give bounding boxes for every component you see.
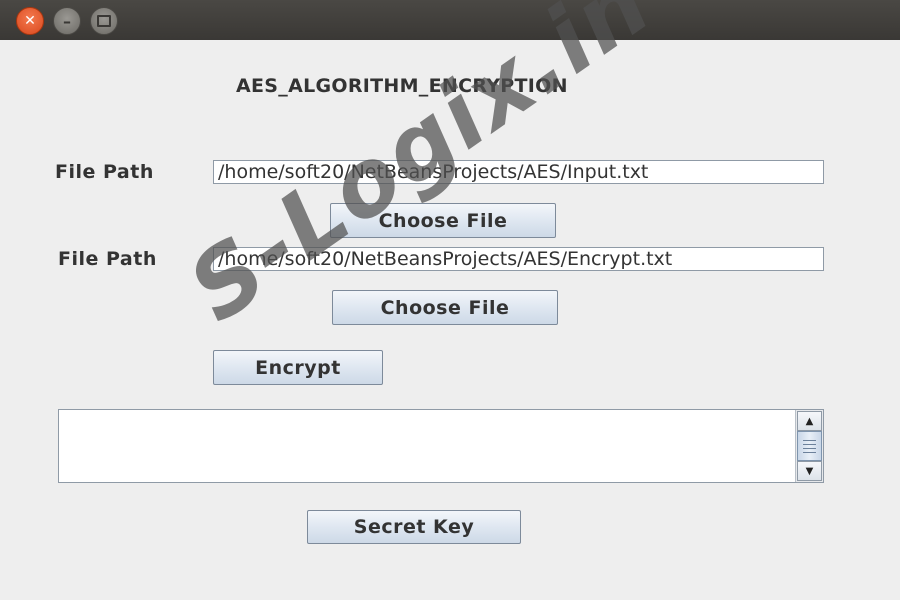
output-text-area[interactable]: ▲ ▼ xyxy=(58,409,824,483)
close-icon[interactable]: ✕ xyxy=(16,7,44,35)
secret-key-button[interactable]: Secret Key xyxy=(307,510,521,544)
window-titlebar: ✕ – xyxy=(0,0,900,40)
output-file-path-field[interactable] xyxy=(213,247,824,271)
input-file-path-field[interactable] xyxy=(213,160,824,184)
app-title: AES_ALGORITHM_ENCRYPTION xyxy=(236,75,568,97)
scroll-up-icon[interactable]: ▲ xyxy=(797,411,822,431)
scroll-down-icon[interactable]: ▼ xyxy=(797,461,822,481)
minimize-icon[interactable]: – xyxy=(53,7,81,35)
encrypt-button[interactable]: Encrypt xyxy=(213,350,383,385)
input-file-path-label: File Path xyxy=(55,161,154,183)
vertical-scrollbar[interactable]: ▲ ▼ xyxy=(795,410,823,482)
maximize-icon[interactable] xyxy=(90,7,118,35)
choose-output-file-button[interactable]: Choose File xyxy=(332,290,558,325)
choose-input-file-button[interactable]: Choose File xyxy=(330,203,556,238)
scroll-thumb[interactable] xyxy=(797,431,822,461)
output-file-path-label: File Path xyxy=(58,248,157,270)
